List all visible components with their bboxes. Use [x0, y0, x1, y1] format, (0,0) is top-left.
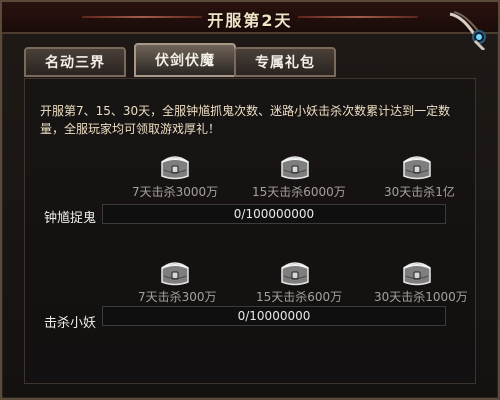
reward-chest[interactable] — [278, 150, 312, 182]
reward-label: 30天击杀1亿 — [384, 185, 455, 199]
progress-bar: 0/100000000 — [102, 204, 446, 224]
tab-mingdong-sanjie[interactable]: 名动三界 — [24, 47, 126, 77]
section-label: 击杀小妖 — [44, 316, 97, 331]
tab-label: 伏剑伏魔 — [155, 53, 215, 69]
progress-bar: 0/10000000 — [102, 306, 446, 326]
reward-chest[interactable] — [278, 256, 312, 288]
close-icon — [449, 11, 486, 52]
reward-chest[interactable] — [158, 150, 192, 182]
title-ornament-right — [298, 16, 418, 18]
tab-fujian-fumo[interactable]: 伏剑伏魔 — [134, 43, 236, 77]
tab-exclusive-gift[interactable]: 专属礼包 — [234, 47, 336, 77]
treasure-chest-icon — [281, 262, 309, 286]
reward-chest[interactable] — [400, 256, 434, 288]
reward-label: 30天击杀1000万 — [374, 290, 468, 304]
treasure-chest-icon — [161, 262, 189, 286]
event-window: 开服第2天 名动三界 伏剑伏魔 专属礼包 开服第7、15、30天，全服钟馗抓鬼次… — [0, 0, 500, 400]
treasure-chest-icon — [161, 156, 189, 180]
reward-label: 7天击杀300万 — [138, 290, 217, 304]
section-label: 钟馗捉鬼 — [44, 211, 97, 226]
title-bar: 开服第2天 — [2, 2, 498, 34]
event-description: 开服第7、15、30天，全服钟馗抓鬼次数、迷路小妖击杀次数累计达到一定数量，全服… — [40, 104, 451, 136]
progress-text: 0/100000000 — [233, 207, 315, 221]
close-button[interactable] — [444, 6, 488, 52]
window-title: 开服第2天 — [207, 11, 293, 30]
treasure-chest-icon — [403, 156, 431, 180]
reward-chest[interactable] — [158, 256, 192, 288]
reward-label: 15天击杀600万 — [256, 290, 343, 304]
tab-label: 名动三界 — [45, 55, 105, 71]
treasure-chest-icon — [281, 156, 309, 180]
reward-chest[interactable] — [400, 150, 434, 182]
reward-label: 7天击杀3000万 — [132, 185, 219, 199]
progress-text: 0/10000000 — [237, 309, 311, 323]
treasure-chest-icon — [403, 262, 431, 286]
reward-label: 15天击杀6000万 — [252, 185, 346, 199]
tab-label: 专属礼包 — [255, 55, 315, 71]
